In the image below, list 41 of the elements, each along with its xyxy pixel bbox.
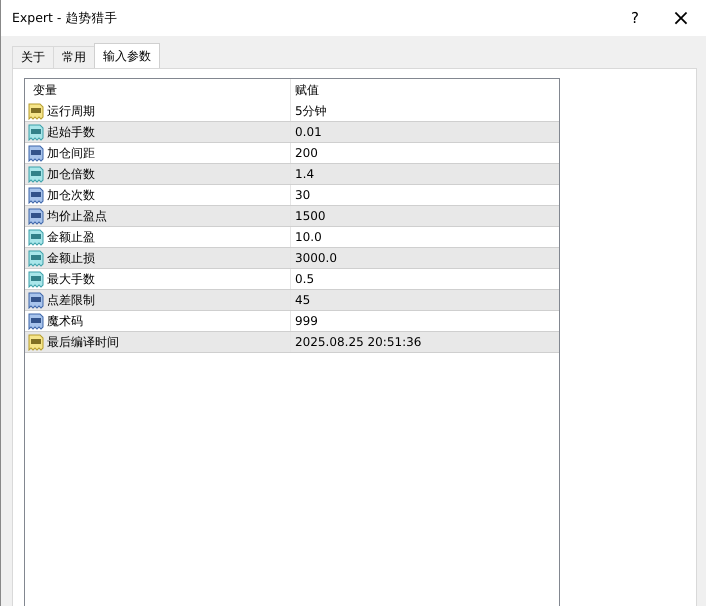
parameter-value: 45 bbox=[295, 293, 310, 307]
parameter-name: 金额止盈 bbox=[47, 228, 95, 246]
table-row[interactable]: 加仓倍数 1.4 bbox=[25, 164, 559, 185]
window-title: Expert - 趋势猎手 bbox=[12, 10, 118, 26]
parameter-value: 3000.0 bbox=[295, 251, 337, 265]
parameter-value: 0.01 bbox=[295, 125, 322, 139]
parameter-value: 30 bbox=[295, 188, 310, 202]
parameter-name: 金额止损 bbox=[47, 250, 95, 266]
parameter-name: 起始手数 bbox=[47, 124, 95, 140]
parameter-name: 运行周期 bbox=[47, 102, 95, 120]
table-row[interactable]: 金额止损 3000.0 bbox=[25, 248, 559, 269]
parameter-name: 最后编译时间 bbox=[47, 334, 119, 350]
parameter-value: 200 bbox=[295, 146, 318, 160]
parameter-name: 点差限制 bbox=[47, 292, 95, 308]
parameter-name: 加仓间距 bbox=[47, 144, 95, 162]
parameter-value: 0.5 bbox=[295, 272, 314, 286]
parameter-value: 5分钟 bbox=[295, 102, 327, 120]
parameter-name: 加仓次数 bbox=[47, 186, 95, 204]
parameter-name: 加仓倍数 bbox=[47, 166, 95, 182]
help-button[interactable]: ? bbox=[612, 0, 658, 36]
table-row[interactable]: 均价止盈点 1500 bbox=[25, 206, 559, 227]
table-row[interactable]: 起始手数 0.01 bbox=[25, 122, 559, 143]
parameter-value: 2025.08.25 20:51:36 bbox=[295, 335, 422, 349]
parameter-name: 魔术码 bbox=[47, 312, 83, 330]
parameter-value: 1.4 bbox=[295, 167, 314, 181]
table-row[interactable]: 加仓间距 200 bbox=[25, 143, 559, 164]
table-row[interactable]: 金额止盈 10.0 bbox=[25, 227, 559, 248]
tab[interactable]: 输入参数 bbox=[94, 43, 160, 68]
parameter-value: 999 bbox=[295, 314, 318, 328]
parameter-name: 最大手数 bbox=[47, 270, 95, 288]
table-row[interactable]: 最大手数 0.5 bbox=[25, 269, 559, 290]
parameter-value: 10.0 bbox=[295, 230, 322, 244]
table-row[interactable]: 最后编译时间 2025.08.25 20:51:36 bbox=[25, 332, 559, 353]
tab[interactable]: 关于 bbox=[12, 46, 54, 68]
table-row[interactable]: 魔术码 999 bbox=[25, 311, 559, 332]
close-button[interactable]: × bbox=[658, 0, 704, 36]
parameter-value: 1500 bbox=[295, 209, 326, 223]
table-row[interactable]: 加仓次数 30 bbox=[25, 185, 559, 206]
table-row[interactable]: 运行周期 5分钟 bbox=[25, 101, 559, 122]
table-row[interactable]: 点差限制 45 bbox=[25, 290, 559, 311]
parameter-name: 均价止盈点 bbox=[47, 208, 107, 224]
